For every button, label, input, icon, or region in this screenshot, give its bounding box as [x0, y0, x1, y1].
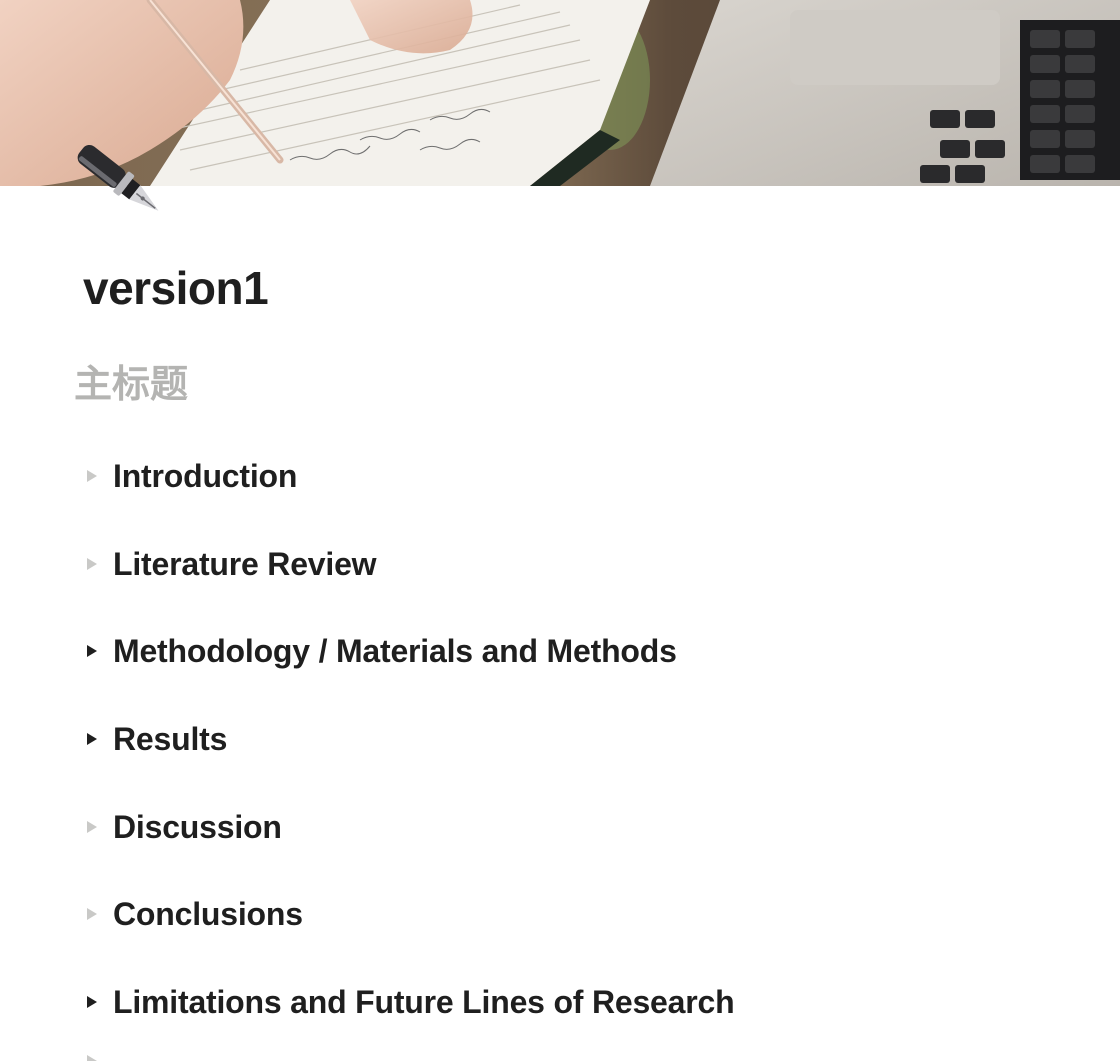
fountain-pen-graphic — [77, 144, 159, 211]
toggle-arrow-icon[interactable] — [80, 538, 104, 590]
toggle-arrow-icon[interactable] — [80, 625, 104, 677]
page-title[interactable]: version1 — [83, 258, 269, 318]
toggle-arrow-icon[interactable] — [80, 713, 104, 765]
main-heading[interactable]: 主标题 — [74, 358, 188, 410]
toggle-item-literature-review[interactable]: Literature Review — [80, 538, 1080, 626]
toggle-item-discussion[interactable]: Discussion — [80, 801, 1080, 889]
fountain-pen-icon[interactable] — [70, 132, 170, 232]
toggle-item-limitations[interactable]: Limitations and Future Lines of Research — [80, 976, 1080, 1061]
toggle-arrow-icon[interactable] — [80, 888, 104, 940]
toggle-label[interactable]: Literature Review — [113, 538, 377, 590]
toggle-label[interactable]: Methodology / Materials and Methods — [113, 625, 677, 677]
toggle-label[interactable]: Introduction — [113, 450, 297, 502]
toggle-arrow-icon[interactable] — [80, 801, 104, 853]
toggle-item-introduction[interactable]: Introduction — [80, 450, 1080, 538]
toggle-label[interactable]: Discussion — [113, 801, 282, 853]
toggle-arrow-icon[interactable] — [80, 976, 104, 1028]
toggle-list: Introduction Literature Review Methodolo… — [80, 450, 1080, 1061]
toggle-item-results[interactable]: Results — [80, 713, 1080, 801]
toggle-label[interactable]: Results — [113, 713, 227, 765]
notion-page: version1 主标题 Introduction Literature Rev… — [0, 0, 1120, 1061]
toggle-label[interactable]: Limitations and Future Lines of Research — [113, 976, 735, 1028]
toggle-arrow-icon[interactable] — [80, 450, 104, 502]
toggle-item-conclusions[interactable]: Conclusions — [80, 888, 1080, 976]
toggle-label[interactable]: Conclusions — [113, 888, 303, 940]
toggle-arrow-icon[interactable] — [86, 1053, 98, 1061]
toggle-item-methodology[interactable]: Methodology / Materials and Methods — [80, 625, 1080, 713]
